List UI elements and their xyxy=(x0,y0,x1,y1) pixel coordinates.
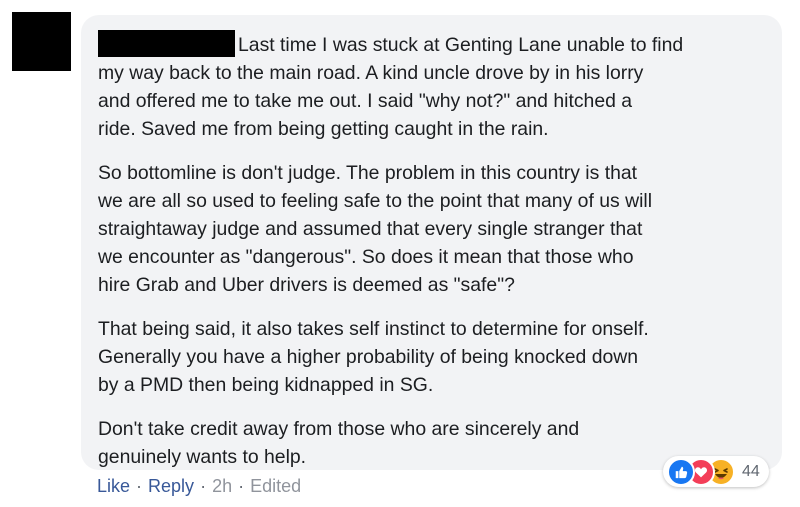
avatar[interactable] xyxy=(12,12,71,71)
timestamp-link[interactable]: 2h xyxy=(212,474,232,498)
comment-paragraph: Last time I was stuck at Genting Lane un… xyxy=(98,30,764,143)
comment: Last time I was stuck at Genting Lane un… xyxy=(0,0,800,507)
comment-text: Last time I was stuck at Genting Lane un… xyxy=(238,34,684,56)
reaction-count: 44 xyxy=(742,462,760,480)
comment-line: hire Grab and Uber drivers is deemed as … xyxy=(98,274,515,296)
redacted-author-name xyxy=(98,30,235,57)
comment-line: and offered me to take me out. I said "w… xyxy=(98,90,633,112)
like-icon xyxy=(667,457,695,486)
comment-paragraph: That being said, it also takes self inst… xyxy=(98,315,764,399)
comment-line: Don't take credit away from those who ar… xyxy=(98,418,580,440)
reply-link[interactable]: Reply xyxy=(148,474,194,498)
comment-line: we are all so used to feeling safe to th… xyxy=(98,190,653,212)
separator: · xyxy=(136,476,143,496)
comment-paragraph: Don't take credit away from those who ar… xyxy=(98,415,764,471)
separator: · xyxy=(200,476,207,496)
comment-line: by a PMD then being kidnapped in SG. xyxy=(98,374,434,396)
comment-bubble: Last time I was stuck at Genting Lane un… xyxy=(81,15,782,470)
edited-link[interactable]: Edited xyxy=(250,474,301,498)
comment-line: That being said, it also takes self inst… xyxy=(98,318,649,340)
like-link[interactable]: Like xyxy=(97,474,130,498)
comment-paragraph: So bottomline is don't judge. The proble… xyxy=(98,159,764,299)
comment-actions: Like · Reply · 2h · Edited xyxy=(97,474,301,498)
comment-line: ride. Saved me from being getting caught… xyxy=(98,118,549,140)
comment-line: Generally you have a higher probability … xyxy=(98,346,639,368)
comment-line: my way back to the main road. A kind unc… xyxy=(98,62,644,84)
separator: · xyxy=(238,476,245,496)
comment-line: we encounter as "dangerous". So does it … xyxy=(98,246,634,268)
reactions-summary[interactable]: 44 xyxy=(663,456,769,487)
comment-line: straightaway judge and assumed that ever… xyxy=(98,218,643,240)
comment-line: So bottomline is don't judge. The proble… xyxy=(98,162,638,184)
comment-line: Last time I was stuck at Genting Lane un… xyxy=(98,30,764,59)
